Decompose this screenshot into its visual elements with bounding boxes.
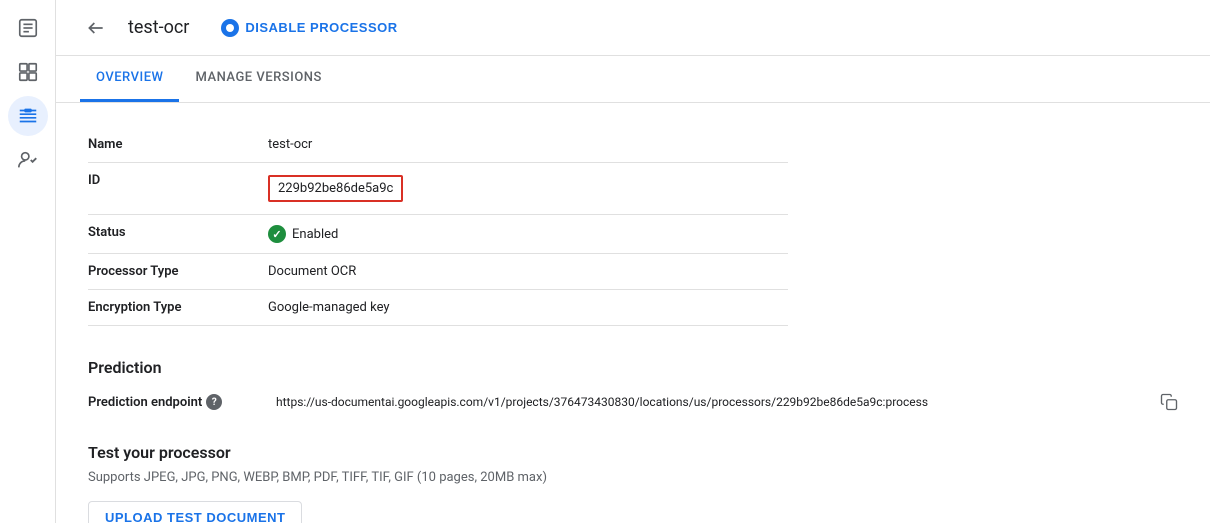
main-content: test-ocr DISABLE PROCESSOR OVERVIEW MANA… — [56, 0, 1210, 523]
back-button[interactable] — [80, 12, 112, 44]
id-value: 229b92be86de5a9c — [268, 175, 403, 202]
status-value: Enabled — [268, 215, 788, 254]
test-section-title: Test your processor — [88, 443, 1178, 462]
sidebar — [0, 0, 56, 523]
content-area: Name test-ocr ID 229b92be86de5a9c Status… — [56, 103, 1210, 523]
prediction-section-title: Prediction — [88, 358, 1178, 377]
sidebar-item-dashboard[interactable] — [8, 52, 48, 92]
disable-processor-button[interactable]: DISABLE PROCESSOR — [221, 19, 397, 37]
encryption-type-label: Encryption Type — [88, 290, 268, 326]
upload-test-document-button[interactable]: UPLOAD TEST DOCUMENT — [88, 501, 302, 523]
prediction-section: Prediction Prediction endpoint ? https:/… — [88, 358, 1178, 411]
id-label: ID — [88, 163, 268, 215]
prediction-endpoint-row: Prediction endpoint ? https://us-documen… — [88, 393, 1178, 411]
id-cell: 229b92be86de5a9c — [268, 163, 788, 215]
name-value: test-ocr — [268, 127, 788, 163]
processor-type-label: Processor Type — [88, 254, 268, 290]
sidebar-item-users[interactable] — [8, 140, 48, 180]
name-label: Name — [88, 127, 268, 163]
encryption-type-value: Google-managed key — [268, 290, 788, 326]
enabled-check-icon — [268, 225, 286, 243]
test-section: Test your processor Supports JPEG, JPG, … — [88, 443, 1178, 523]
prediction-endpoint-url: https://us-documentai.googleapis.com/v1/… — [276, 395, 1152, 409]
processor-status-icon — [221, 19, 239, 37]
topbar: test-ocr DISABLE PROCESSOR — [56, 0, 1210, 56]
help-icon[interactable]: ? — [206, 394, 222, 410]
tab-overview[interactable]: OVERVIEW — [80, 56, 179, 102]
tabs-bar: OVERVIEW MANAGE VERSIONS — [56, 56, 1210, 103]
info-table: Name test-ocr ID 229b92be86de5a9c Status… — [88, 127, 788, 326]
status-label: Status — [88, 215, 268, 254]
test-subtitle: Supports JPEG, JPG, PNG, WEBP, BMP, PDF,… — [88, 470, 1178, 485]
sidebar-item-document-list[interactable] — [8, 8, 48, 48]
tab-manage-versions[interactable]: MANAGE VERSIONS — [179, 56, 337, 102]
processor-type-value: Document OCR — [268, 254, 788, 290]
prediction-endpoint-label: Prediction endpoint ? — [88, 394, 268, 410]
status-enabled-indicator: Enabled — [268, 225, 788, 243]
page-title: test-ocr — [128, 17, 189, 38]
copy-icon[interactable] — [1160, 393, 1178, 411]
sidebar-item-processors[interactable] — [8, 96, 48, 136]
